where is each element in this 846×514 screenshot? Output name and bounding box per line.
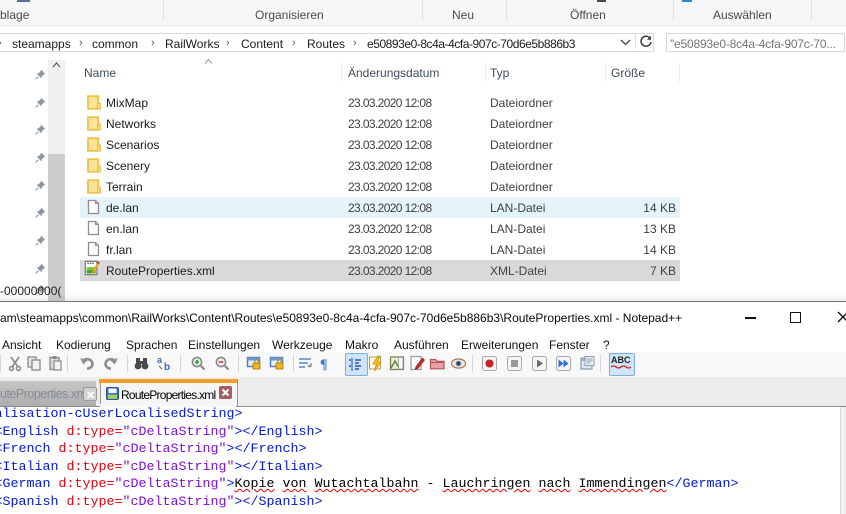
svg-text:¶: ¶ (320, 358, 328, 373)
svg-text:a: a (157, 355, 163, 365)
svg-text:b: b (164, 362, 170, 372)
